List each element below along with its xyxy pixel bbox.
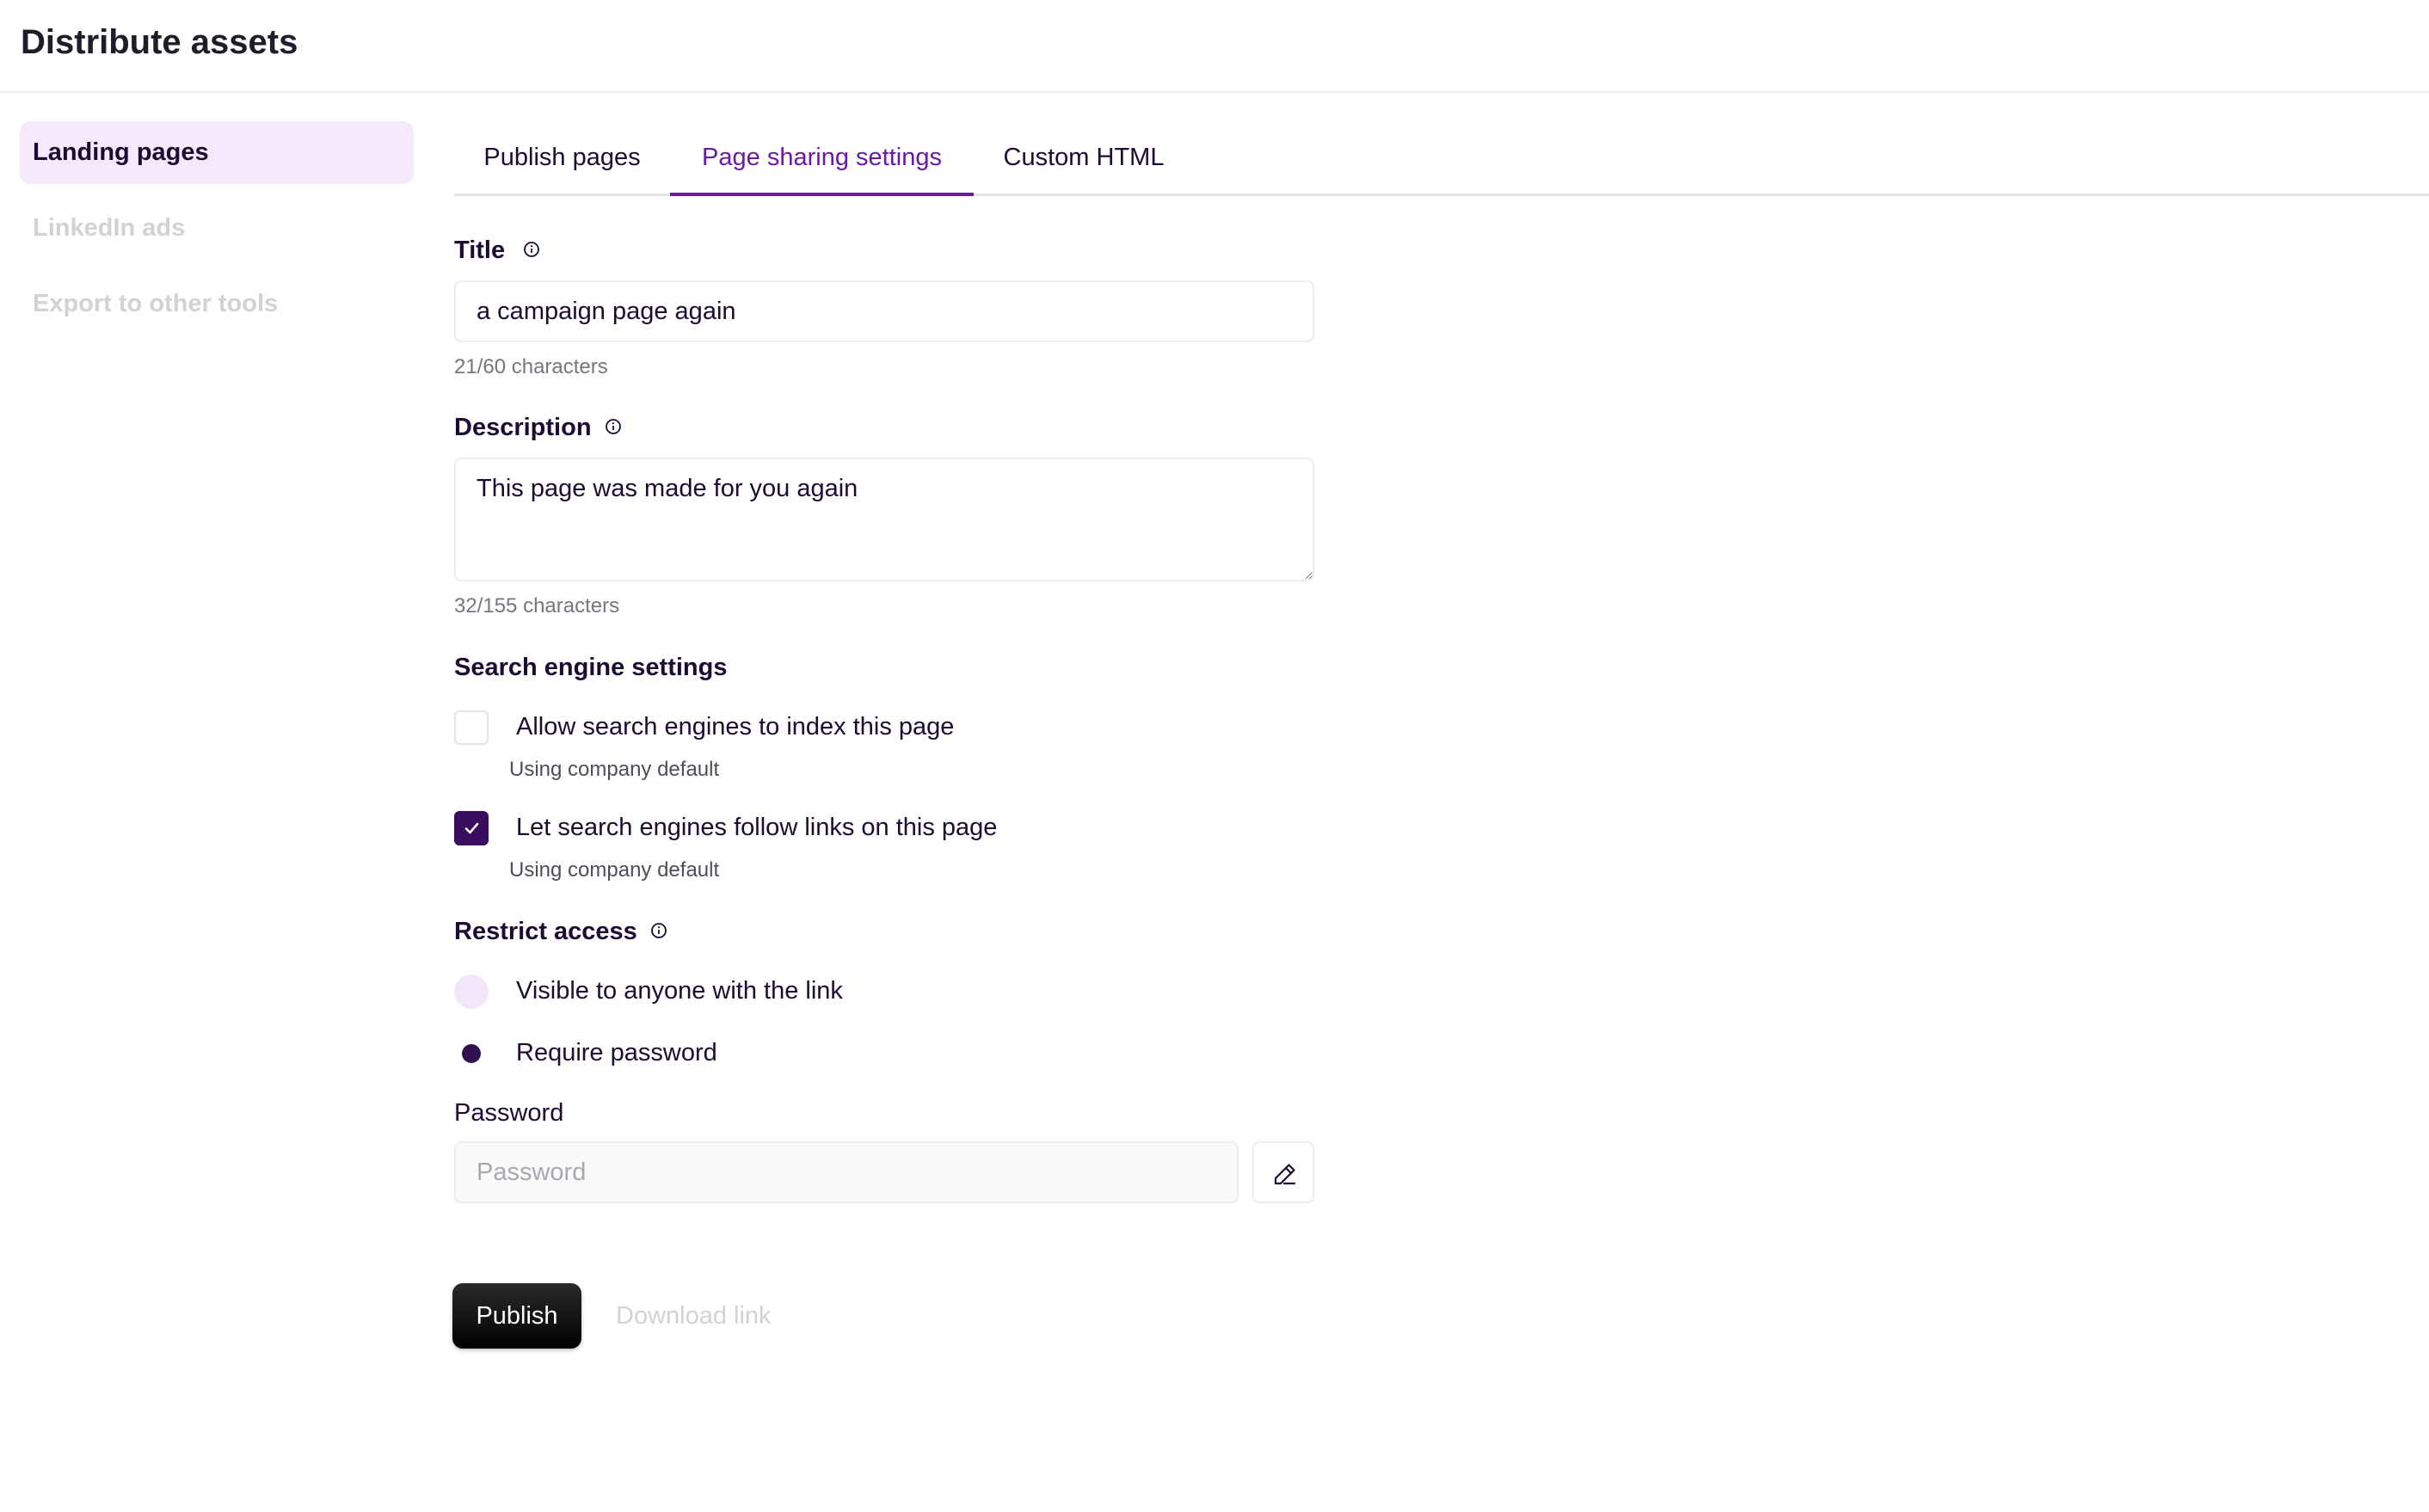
require-password-radio[interactable] — [454, 1036, 489, 1071]
page-header: Distribute assets — [0, 0, 2429, 93]
description-label: Description — [454, 414, 592, 441]
title-label: Title — [454, 237, 506, 264]
tab-custom-html[interactable]: Custom HTML — [974, 129, 1194, 196]
pencil-icon — [1274, 1164, 1296, 1185]
allow-index-checkbox[interactable] — [454, 710, 489, 745]
visible-to-anyone-radio[interactable] — [454, 974, 489, 1009]
sidebar-item-export-to-other-tools[interactable]: Export to other tools — [20, 273, 414, 335]
sidebar: Landing pages LinkedIn ads Export to oth… — [20, 121, 414, 348]
title-input[interactable] — [454, 280, 1314, 342]
distribute-assets-page: Distribute assets Landing pages LinkedIn… — [0, 0, 2429, 1512]
info-icon[interactable] — [523, 241, 540, 258]
allow-index-label[interactable]: Allow search engines to index this page — [516, 711, 954, 742]
sidebar-item-linkedin-ads[interactable]: LinkedIn ads — [20, 197, 414, 260]
search-engine-settings-heading: Search engine settings — [454, 654, 728, 681]
follow-links-label[interactable]: Let search engines follow links on this … — [516, 812, 997, 843]
require-password-label[interactable]: Require password — [516, 1037, 717, 1068]
sidebar-item-landing-pages[interactable]: Landing pages — [20, 121, 414, 184]
description-character-count: 32/155 characters — [454, 594, 620, 618]
follow-links-hint: Using company default — [509, 858, 720, 882]
tab-page-sharing-settings[interactable]: Page sharing settings — [670, 129, 974, 196]
title-character-count: 21/60 characters — [454, 355, 608, 378]
restrict-access-heading: Restrict access — [454, 918, 637, 945]
publish-button[interactable]: Publish — [452, 1283, 581, 1349]
visible-to-anyone-label[interactable]: Visible to anyone with the link — [516, 975, 843, 1006]
page-title: Distribute assets — [21, 23, 298, 61]
allow-index-hint: Using company default — [509, 758, 720, 781]
download-link-button[interactable]: Download link — [616, 1283, 772, 1349]
tab-bar: Publish pages Page sharing settings Cust… — [454, 129, 2429, 196]
info-icon[interactable] — [605, 418, 622, 435]
info-icon[interactable] — [650, 922, 667, 939]
description-textarea[interactable]: This page was made for you again — [454, 458, 1314, 581]
password-input[interactable] — [454, 1141, 1239, 1203]
check-icon — [464, 822, 479, 834]
follow-links-checkbox[interactable] — [454, 811, 489, 845]
tab-publish-pages[interactable]: Publish pages — [454, 129, 670, 196]
edit-password-button[interactable] — [1252, 1141, 1314, 1203]
password-label: Password — [454, 1099, 564, 1127]
